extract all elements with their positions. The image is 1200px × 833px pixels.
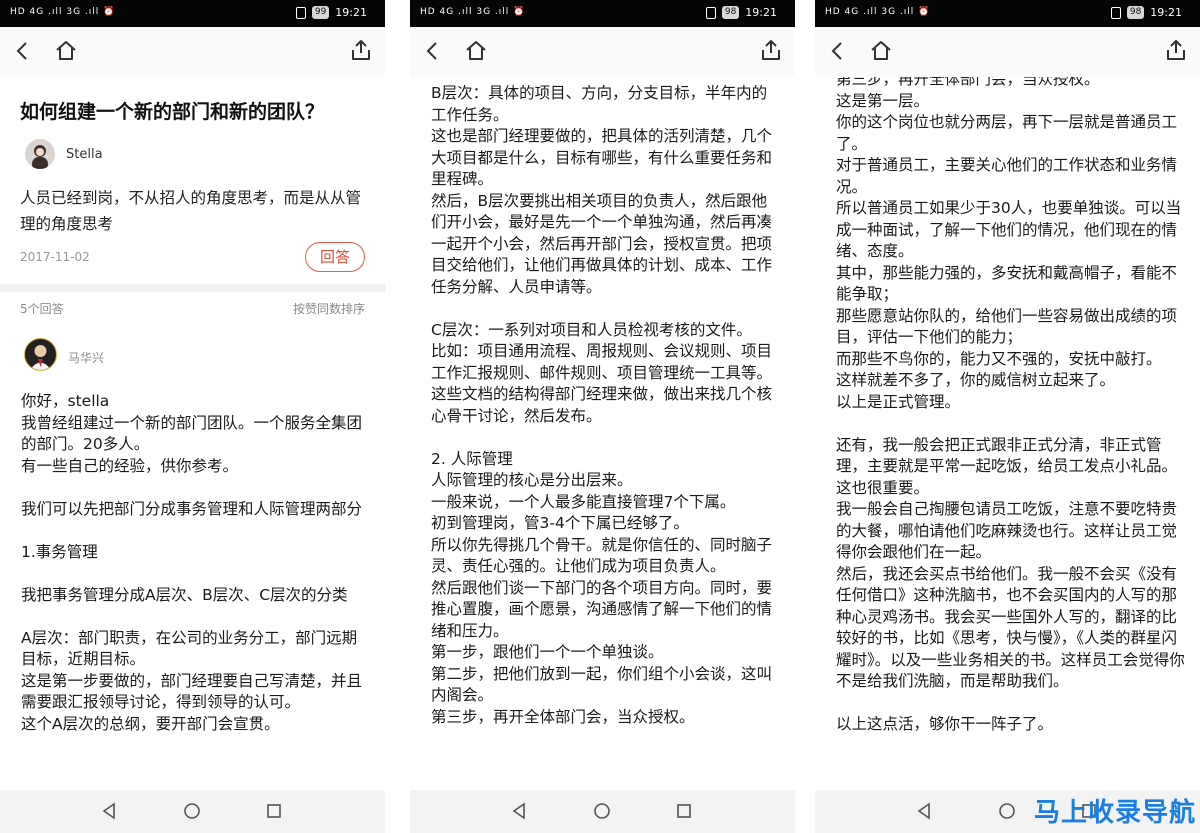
home-icon[interactable] bbox=[54, 39, 78, 63]
content-area: 如何组建一个新的部门和新的团队？ Stella 人员已经到岗，不从招人的角度思考… bbox=[0, 77, 385, 790]
vibrate-icon bbox=[705, 6, 716, 19]
home-icon[interactable] bbox=[869, 39, 893, 63]
battery-icon: 99 bbox=[311, 6, 330, 19]
back-arrow-icon[interactable] bbox=[12, 40, 34, 62]
back-arrow-icon[interactable] bbox=[422, 40, 444, 62]
nav-back-icon[interactable] bbox=[915, 802, 933, 820]
phone-screen-2: HD 4G .ıll 3G .ıll ⏰ 98 19:21 B层次：具体的项目、… bbox=[410, 0, 795, 833]
signal-icons: HD 4G .ıll 3G .ıll ⏰ bbox=[825, 7, 931, 17]
question-card: 如何组建一个新的部门和新的团队？ Stella 人员已经到岗，不从招人的角度思考… bbox=[0, 77, 385, 284]
system-nav-bar bbox=[410, 790, 795, 833]
top-navbar bbox=[410, 27, 795, 77]
clock: 19:21 bbox=[1150, 6, 1182, 19]
share-icon[interactable] bbox=[349, 38, 373, 62]
asker-name[interactable]: Stella bbox=[66, 147, 103, 162]
status-bar: HD 4G .ıll 3G .ıll ⏰ 98 19:21 bbox=[815, 0, 1200, 27]
phone-screen-1: HD 4G .ıll 3G .ıll ⏰ 99 19:21 如何组建一个新的部门… bbox=[0, 0, 385, 833]
question-title: 如何组建一个新的部门和新的团队？ bbox=[20, 101, 325, 123]
nav-home-icon[interactable] bbox=[183, 802, 201, 820]
signal-icons: HD 4G .ıll 3G .ıll ⏰ bbox=[420, 7, 526, 17]
answer-text: 第三步，再开全体部门会，当众授权。 这是第一层。 你的这个岗位也就分两层，再下一… bbox=[836, 77, 1185, 733]
avatar[interactable] bbox=[25, 139, 55, 169]
answerer-name[interactable]: 马华兴 bbox=[68, 349, 104, 366]
share-icon[interactable] bbox=[759, 38, 783, 62]
sort-button[interactable]: 按赞同数排序 bbox=[293, 300, 365, 317]
status-bar: HD 4G .ıll 3G .ıll ⏰ 99 19:21 bbox=[0, 0, 385, 27]
nav-recents-icon[interactable] bbox=[265, 802, 283, 820]
nav-recents-icon[interactable] bbox=[675, 802, 693, 820]
share-icon[interactable] bbox=[1164, 38, 1188, 62]
back-arrow-icon[interactable] bbox=[827, 40, 849, 62]
top-navbar bbox=[0, 27, 385, 77]
status-bar: HD 4G .ıll 3G .ıll ⏰ 98 19:21 bbox=[410, 0, 795, 27]
battery-icon: 98 bbox=[1126, 6, 1145, 19]
content-area: B层次：具体的项目、方向，分支目标，半年内的工作任务。 这也是部门经理要做的，把… bbox=[410, 77, 795, 790]
phone-screen-3: HD 4G .ıll 3G .ıll ⏰ 98 19:21 第三步，再开全体部门… bbox=[815, 0, 1200, 833]
divider bbox=[0, 284, 385, 292]
nav-home-icon[interactable] bbox=[593, 802, 611, 820]
battery-icon: 98 bbox=[721, 6, 740, 19]
answer-text: B层次：具体的项目、方向，分支目标，半年内的工作任务。 这也是部门经理要做的，把… bbox=[431, 84, 773, 726]
clock: 19:21 bbox=[335, 6, 367, 19]
watermark: 马上收录导航 bbox=[1033, 798, 1196, 828]
answer-text: 你好，stella 我曾经组建过一个新的部门团队。一个服务全集团的部门。20多人… bbox=[21, 392, 363, 733]
vibrate-icon bbox=[295, 6, 306, 19]
system-nav-bar bbox=[0, 790, 385, 833]
signal-icons: HD 4G .ıll 3G .ıll ⏰ bbox=[10, 7, 116, 17]
vibrate-icon bbox=[1110, 6, 1121, 19]
content-area: 第三步，再开全体部门会，当众授权。 这是第一层。 你的这个岗位也就分两层，再下一… bbox=[815, 77, 1200, 790]
avatar[interactable] bbox=[24, 338, 57, 371]
question-date: 2017-11-02 bbox=[20, 250, 90, 264]
question-body: 人员已经到岗，不从招人的角度思考，而是从从管理的角度思考 bbox=[20, 189, 362, 233]
answer-count: 5个回答 bbox=[20, 302, 64, 316]
nav-back-icon[interactable] bbox=[510, 802, 528, 820]
home-icon[interactable] bbox=[464, 39, 488, 63]
nav-back-icon[interactable] bbox=[100, 802, 118, 820]
answer-button[interactable]: 回答 bbox=[305, 242, 365, 272]
clock: 19:21 bbox=[745, 6, 777, 19]
top-navbar bbox=[815, 27, 1200, 77]
nav-home-icon[interactable] bbox=[998, 802, 1016, 820]
